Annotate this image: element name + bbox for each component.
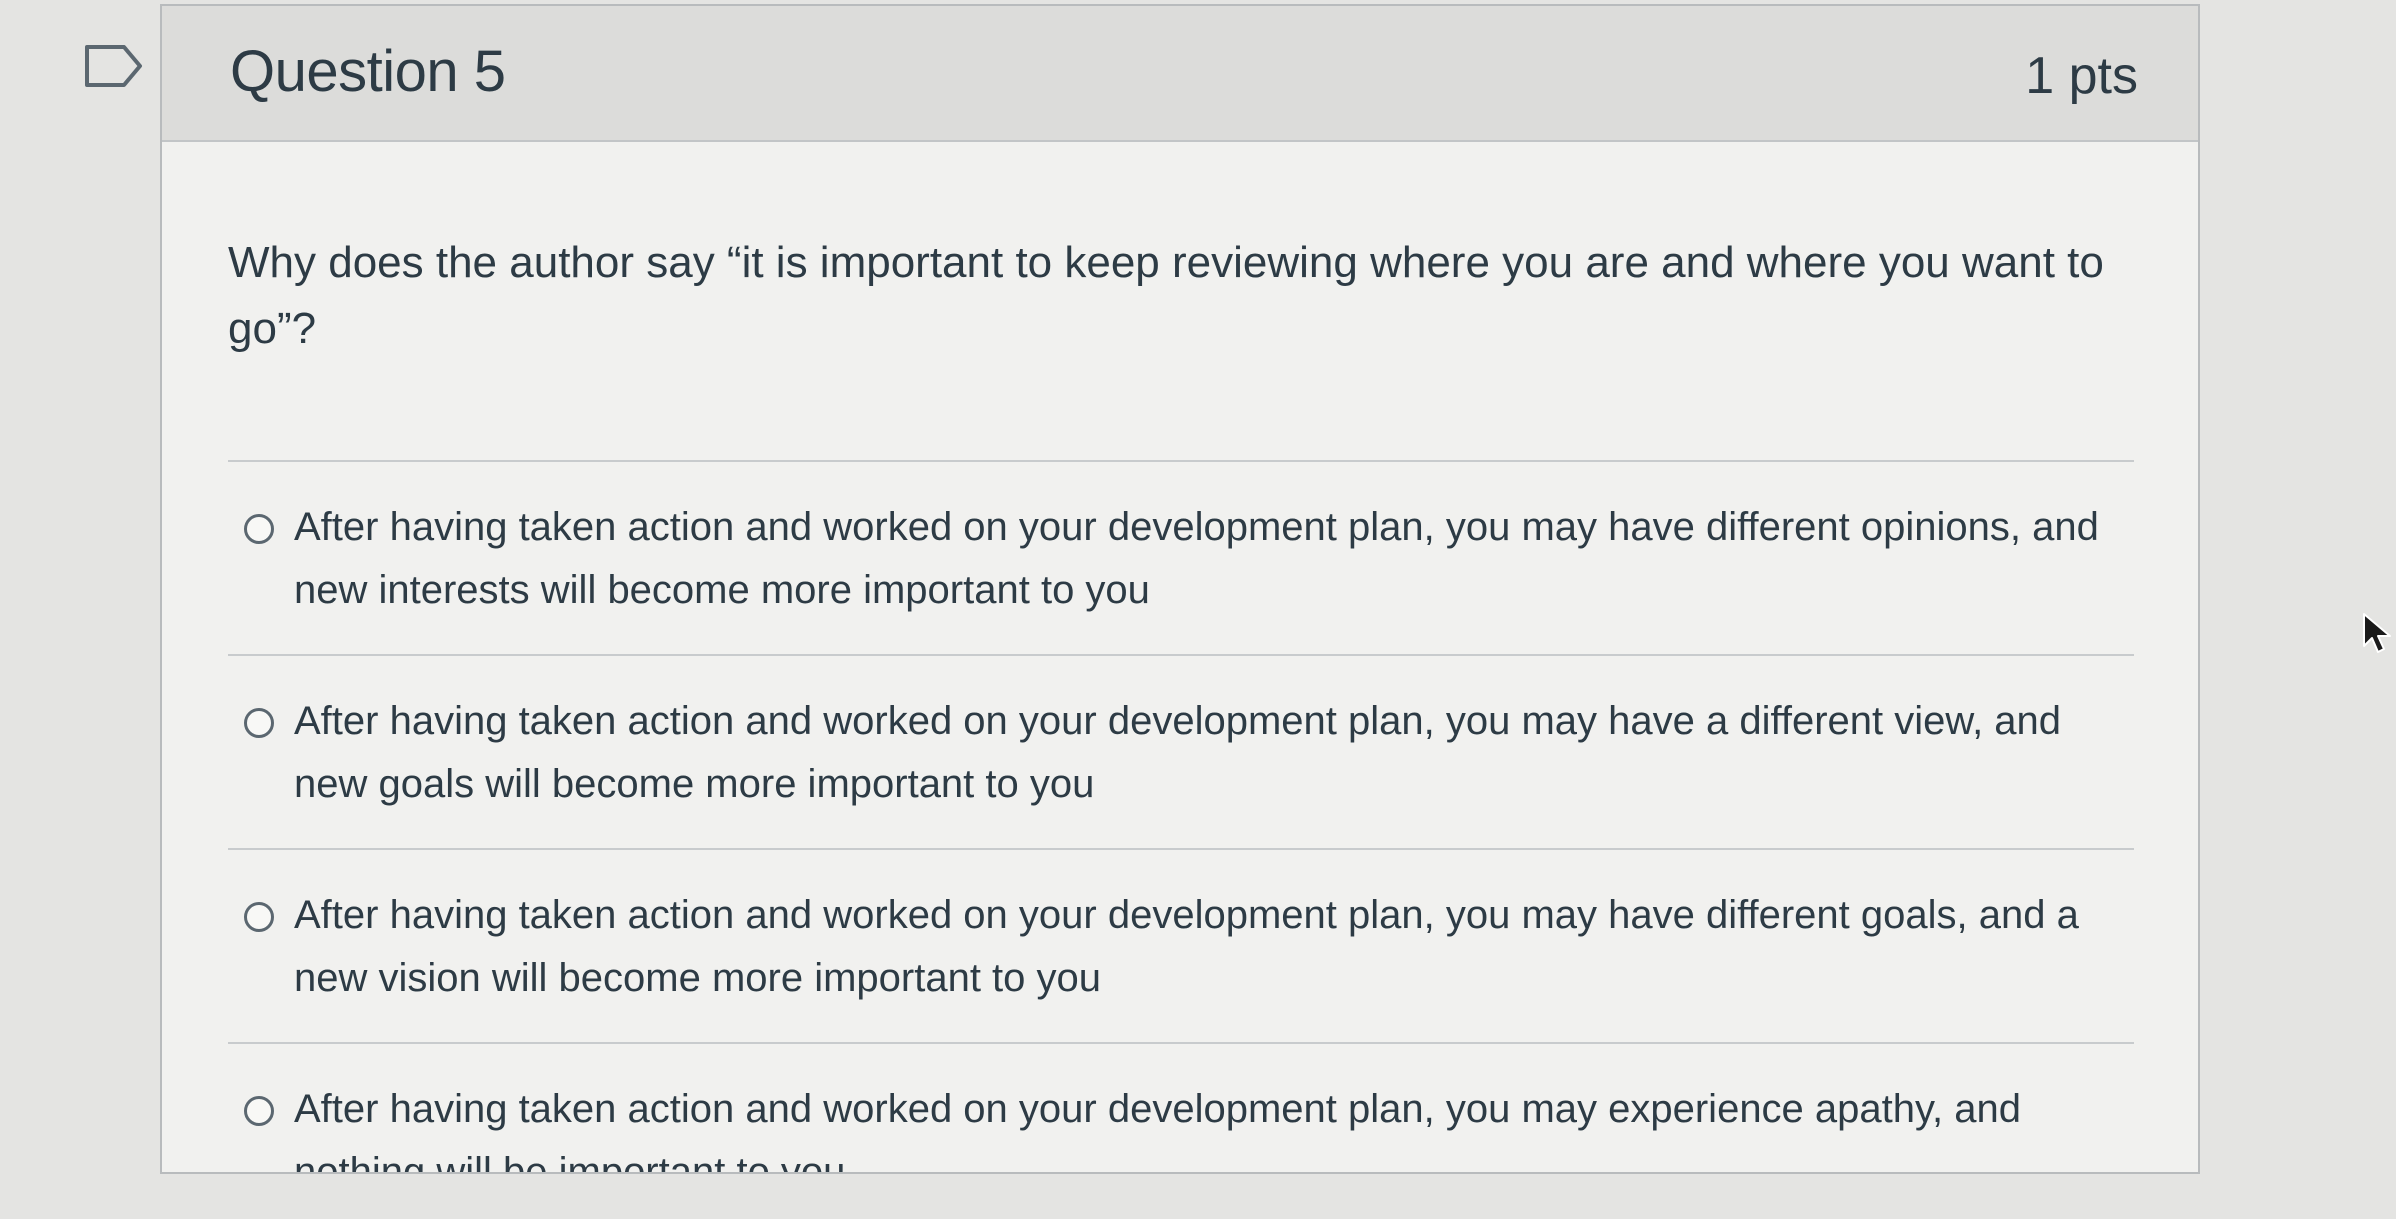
radio-button-icon[interactable]: [244, 1096, 274, 1126]
answer-label: After having taken action and worked on …: [294, 893, 2079, 1000]
mouse-pointer-icon: [2363, 613, 2391, 653]
flag-question-icon[interactable]: [84, 44, 144, 88]
answer-label: After having taken action and worked on …: [294, 699, 2062, 806]
answer-label: After having taken action and worked on …: [294, 1087, 2022, 1174]
question-title: Question 5: [230, 39, 506, 104]
answer-option-4[interactable]: After having taken action and worked on …: [228, 1044, 2134, 1174]
question-body: Why does the author say “it is important…: [162, 230, 2198, 1174]
answer-option-2[interactable]: After having taken action and worked on …: [228, 656, 2134, 850]
answer-list: After having taken action and worked on …: [228, 460, 2134, 1174]
question-card: Question 5 1 pts Why does the author say…: [160, 4, 2200, 1174]
question-text: Why does the author say “it is important…: [228, 238, 2104, 353]
question-header: Question 5 1 pts: [162, 6, 2198, 142]
radio-button-icon[interactable]: [244, 708, 274, 738]
question-points: 1 pts: [2025, 47, 2138, 105]
radio-button-icon[interactable]: [244, 902, 274, 932]
answer-option-1[interactable]: After having taken action and worked on …: [228, 462, 2134, 656]
answer-label: After having taken action and worked on …: [294, 505, 2099, 612]
radio-button-icon[interactable]: [244, 514, 274, 544]
answer-option-3[interactable]: After having taken action and worked on …: [228, 850, 2134, 1044]
